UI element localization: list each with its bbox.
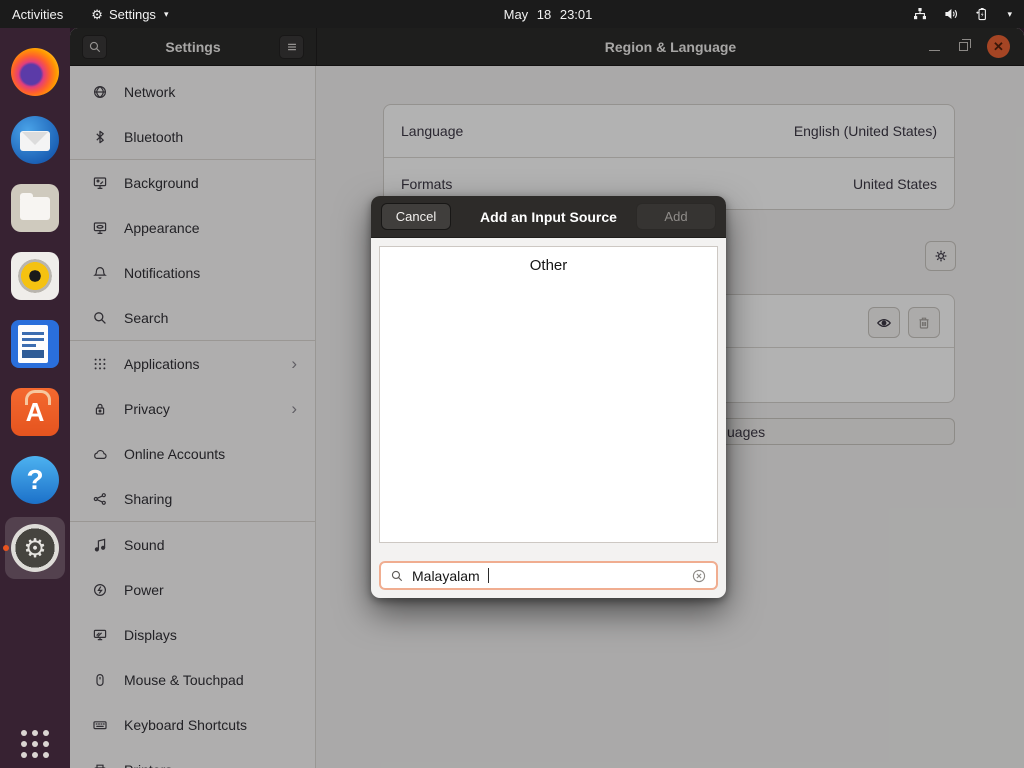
ubuntu-software-icon: A <box>11 388 59 436</box>
search-icon <box>390 569 404 583</box>
battery-charging-icon <box>974 6 990 22</box>
app-menu-settings[interactable]: ⚙ Settings ▾ <box>91 7 168 22</box>
dock-item-help[interactable]: ? <box>5 446 65 514</box>
cancel-button[interactable]: Cancel <box>381 203 451 230</box>
add-input-source-dialog: Add an Input Source Cancel Add Other Mal… <box>371 196 726 598</box>
firefox-icon <box>11 48 59 96</box>
list-group-header-other: Other <box>380 247 717 274</box>
app-menu-label: Settings <box>109 7 156 22</box>
clear-icon[interactable] <box>691 568 707 584</box>
settings-icon: ⚙ <box>11 524 59 572</box>
search-input[interactable]: Malayalam <box>379 561 718 590</box>
dock-item-rhythmbox[interactable] <box>5 242 65 310</box>
thunderbird-icon <box>11 116 59 164</box>
dock: A ? ⚙ <box>0 28 70 768</box>
clock[interactable]: May 18 23:01 <box>504 7 593 22</box>
dock-item-ubuntu-software[interactable]: A <box>5 378 65 446</box>
caret-down-icon: ▾ <box>164 9 169 20</box>
top-bar: Activities ⚙ Settings ▾ May 18 23:01 ▾ <box>0 0 1024 28</box>
search-input-value: Malayalam <box>412 568 480 584</box>
dock-item-firefox[interactable] <box>5 38 65 106</box>
help-icon: ? <box>11 456 59 504</box>
caret-down-icon: ▾ <box>1007 9 1012 20</box>
text-cursor <box>488 568 489 583</box>
ethernet-icon <box>912 6 928 22</box>
dialog-headerbar: Add an Input Source Cancel Add <box>371 196 726 238</box>
add-button[interactable]: Add <box>636 203 716 230</box>
dock-item-settings-active[interactable]: ⚙ <box>5 517 65 579</box>
gear-icon: ⚙ <box>91 8 103 21</box>
show-apps-icon[interactable] <box>21 730 49 758</box>
dock-item-files[interactable] <box>5 174 65 242</box>
libreoffice-writer-icon <box>11 320 59 368</box>
dock-item-libreoffice-writer[interactable] <box>5 310 65 378</box>
dock-item-thunderbird[interactable] <box>5 106 65 174</box>
system-tray[interactable]: ▾ <box>912 6 1024 22</box>
desktop-screen: Activities ⚙ Settings ▾ May 18 23:01 ▾ <box>0 0 1024 768</box>
volume-icon <box>943 6 959 22</box>
activities-button[interactable]: Activities <box>12 7 63 22</box>
rhythmbox-icon <box>11 252 59 300</box>
input-source-list[interactable]: Other <box>379 246 718 543</box>
files-icon <box>11 184 59 232</box>
